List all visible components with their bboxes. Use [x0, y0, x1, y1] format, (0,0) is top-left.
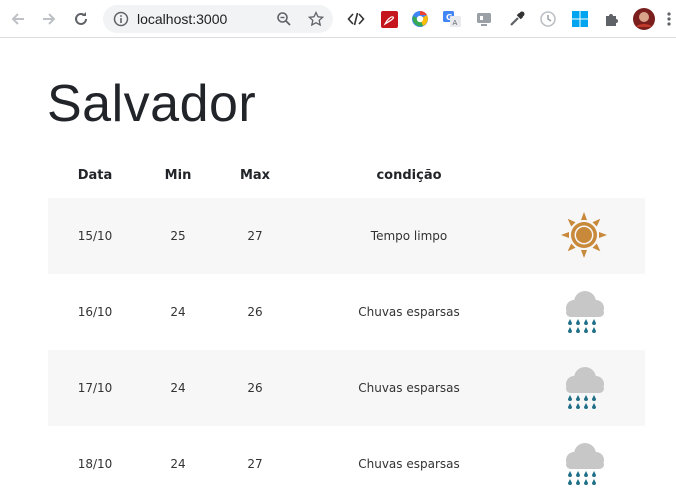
- clock-icon[interactable]: [539, 10, 557, 28]
- cell-min: 24: [170, 381, 186, 395]
- cell-condition: Tempo limpo: [370, 229, 448, 243]
- cell-date: 15/10: [77, 229, 113, 243]
- cell-max: 27: [247, 457, 263, 471]
- page-title: Salvador: [47, 75, 257, 133]
- table-row: 18/10 24 27 Chuvas esparsas: [48, 426, 645, 502]
- bookmark-star-icon[interactable]: [307, 10, 325, 28]
- sun-icon: [561, 212, 607, 258]
- header-min: Min: [164, 168, 192, 183]
- header-date: Data: [77, 168, 113, 183]
- reload-button[interactable]: [71, 9, 91, 29]
- forecast-table: Data Min Max condição 15/10 25 27 Tempo …: [48, 155, 645, 502]
- rain-cloud-icon: [566, 443, 604, 485]
- rain-cloud-icon: [566, 291, 604, 333]
- cell-max: 26: [247, 305, 263, 319]
- forward-button[interactable]: [39, 9, 59, 29]
- header-condition: condição: [376, 168, 442, 183]
- cell-max: 26: [247, 381, 263, 395]
- code-icon[interactable]: [347, 10, 365, 28]
- svg-text:A: A: [453, 19, 458, 27]
- cell-min: 24: [170, 457, 186, 471]
- cell-date: 17/10: [77, 381, 113, 395]
- pdf-icon[interactable]: [380, 10, 398, 28]
- cell-condition: Chuvas esparsas: [358, 305, 460, 319]
- header-max: Max: [239, 168, 271, 183]
- cast-icon[interactable]: [475, 10, 493, 28]
- zoom-icon[interactable]: [275, 10, 293, 28]
- chrome-color-icon[interactable]: [411, 10, 429, 28]
- table-row: 16/10 24 26 Chuvas esparsas: [48, 274, 645, 350]
- table-header: Data Min Max condição: [48, 155, 645, 198]
- cell-min: 24: [170, 305, 186, 319]
- eyedropper-icon[interactable]: [508, 10, 526, 28]
- browser-toolbar: localhost:3000 GA: [0, 0, 676, 38]
- translate-icon[interactable]: GA: [443, 10, 461, 28]
- rain-cloud-icon: [566, 367, 604, 409]
- table-row: 15/10 25 27 Tempo limpo: [48, 198, 645, 274]
- table-row: 17/10 24 26 Chuvas esparsas: [48, 350, 645, 426]
- address-bar[interactable]: localhost:3000: [103, 5, 333, 33]
- arrow-right-icon: [43, 13, 56, 25]
- url-text[interactable]: localhost:3000: [137, 11, 227, 27]
- avatar[interactable]: [633, 8, 655, 30]
- cell-date: 16/10: [77, 305, 113, 319]
- reload-icon: [75, 12, 87, 25]
- puzzle-icon[interactable]: [603, 10, 621, 28]
- cell-date: 18/10: [77, 457, 113, 471]
- cell-condition: Chuvas esparsas: [358, 381, 460, 395]
- cell-min: 25: [170, 229, 186, 243]
- arrow-left-icon: [11, 13, 24, 25]
- info-icon[interactable]: [112, 10, 130, 28]
- cell-max: 27: [247, 229, 263, 243]
- cell-condition: Chuvas esparsas: [358, 457, 460, 471]
- more-menu-icon[interactable]: [664, 10, 674, 28]
- windows-icon[interactable]: [571, 10, 589, 28]
- back-button[interactable]: [8, 9, 28, 29]
